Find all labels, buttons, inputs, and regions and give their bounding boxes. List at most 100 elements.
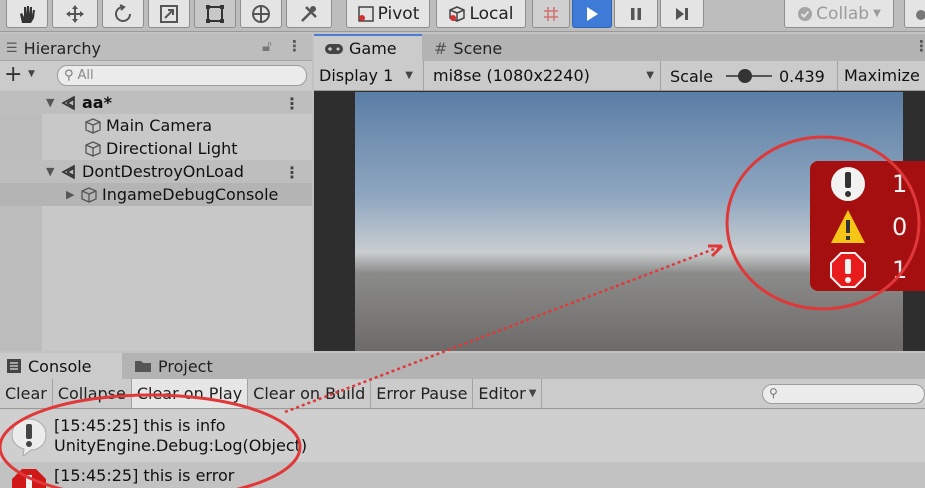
info-icon — [831, 167, 865, 201]
unity-scene-icon — [61, 164, 75, 179]
console-icon — [7, 359, 21, 373]
debug-error-count: 1 — [892, 256, 908, 284]
gameobject-cube-icon — [81, 186, 97, 203]
move-icon — [66, 4, 84, 23]
local-label: Local — [469, 3, 514, 24]
console-search-input[interactable]: ⚲ — [762, 384, 925, 404]
tree-item-directional-light[interactable]: Directional Light — [0, 137, 312, 160]
gameobject-cube-icon — [85, 117, 101, 134]
maximize-label: Maximize — [844, 66, 920, 85]
clear-on-play-toggle[interactable]: Clear on Play — [131, 379, 249, 408]
move-tool-button[interactable] — [52, 0, 98, 28]
scale-label: Scale — [670, 67, 714, 86]
debug-console-popup[interactable]: 1 0 1 — [810, 161, 925, 291]
tab-scene[interactable]: # Scene — [434, 35, 502, 61]
game-view-toolbar: Display 1 ▼ mi8se (1080x2240) ▼ Scale 0.… — [314, 61, 925, 91]
search-icon: ⚲ — [64, 68, 74, 83]
collapse-arrow-icon[interactable]: ▶ — [66, 188, 80, 201]
display-label: Display 1 — [319, 66, 394, 85]
hierarchy-search-input[interactable]: ⚲ All — [57, 65, 307, 86]
resolution-label: mi8se (1080x2240) — [433, 66, 590, 85]
error-icon — [12, 469, 46, 488]
warning-icon — [831, 210, 865, 243]
pause-button[interactable] — [614, 0, 658, 28]
custom-tool-button[interactable] — [286, 0, 332, 28]
scale-tool-button[interactable] — [148, 0, 190, 28]
error-pause-toggle[interactable]: Error Pause — [371, 379, 474, 408]
play-button[interactable] — [572, 0, 612, 28]
pivot-toggle[interactable]: Pivot — [346, 0, 430, 28]
rect-tool-button[interactable] — [194, 0, 236, 28]
panel-menu-icon[interactable]: ⋮ — [914, 37, 925, 55]
maximize-on-play-toggle[interactable]: Maximize — [837, 61, 925, 90]
step-button[interactable] — [660, 0, 704, 28]
hand-tool-button[interactable] — [6, 0, 48, 28]
grid-snap-button[interactable] — [532, 0, 570, 28]
rotate-tool-button[interactable] — [102, 0, 144, 28]
hierarchy-tab-label: Hierarchy — [23, 38, 101, 58]
log-entry[interactable]: [15:45:25] this is error — [0, 462, 925, 488]
hierarchy-header: ☰ Hierarchy 🔓︎ ⋮ — [0, 34, 312, 61]
tab-console[interactable]: Console — [0, 353, 122, 379]
debug-info-count: 1 — [892, 170, 908, 198]
tools-icon — [301, 5, 317, 22]
add-dropdown-icon[interactable]: ▼ — [28, 69, 35, 79]
chevron-down-icon: ▼ — [646, 70, 654, 81]
game-view-tabs: Game # Scene ⋮ — [314, 34, 925, 61]
step-icon — [676, 7, 688, 20]
gameobject-cube-icon — [85, 140, 101, 157]
hierarchy-search-placeholder: All — [77, 68, 94, 83]
game-view-panel: Game # Scene ⋮ Display 1 ▼ mi8se (1080x2… — [314, 34, 925, 351]
cloud-icon — [916, 9, 925, 20]
log-message: [15:45:25] this is info — [54, 416, 226, 435]
transform-tool-button[interactable] — [240, 0, 282, 28]
collab-button[interactable]: Collab ▼ — [784, 0, 894, 28]
collab-dropdown-icon: ▼ — [873, 8, 881, 19]
tree-item-main-camera[interactable]: Main Camera — [0, 114, 312, 137]
pivot-icon — [357, 5, 374, 22]
lock-icon[interactable]: 🔓︎ — [262, 37, 272, 55]
add-icon[interactable]: + — [4, 62, 22, 87]
log-entry[interactable]: [15:45:25] this is info UnityEngine.Debu… — [0, 410, 925, 462]
display-dropdown[interactable]: Display 1 ▼ — [314, 61, 424, 90]
scene-menu-icon[interactable]: ⋮ — [284, 94, 300, 113]
info-icon — [11, 418, 47, 456]
tree-item-label: Main Camera — [106, 116, 213, 135]
check-circle-icon — [798, 6, 813, 21]
tree-item-label: aa* — [82, 93, 112, 112]
tree-item-scene-aa[interactable]: ▼ aa* ⋮ — [0, 91, 312, 114]
panel-menu-icon[interactable]: ⋮ — [287, 37, 302, 55]
clear-on-build-toggle[interactable]: Clear on Build — [248, 379, 372, 408]
slider-thumb[interactable] — [738, 69, 752, 83]
hierarchy-toolbar: + ▼ ⚲ All — [0, 61, 312, 89]
transform-icon — [252, 4, 270, 23]
local-toggle[interactable]: Local — [436, 0, 526, 28]
collapse-button[interactable]: Collapse — [53, 379, 132, 408]
tab-game[interactable]: Game — [314, 34, 422, 61]
error-icon — [830, 252, 866, 288]
list-icon: ☰ — [6, 40, 18, 56]
search-icon: ⚲ — [769, 386, 778, 400]
hierarchy-tab[interactable]: ☰ Hierarchy — [6, 35, 101, 61]
tree-item-ingamedebugconsole[interactable]: ▶ IngameDebugConsole — [0, 183, 312, 206]
rect-tool-icon — [206, 4, 224, 23]
tree-item-scene-dontdestroyonload[interactable]: ▼ DontDestroyOnLoad ⋮ — [0, 160, 312, 183]
clear-button[interactable]: Clear — [0, 379, 53, 408]
expand-arrow-icon[interactable]: ▼ — [46, 165, 60, 178]
editor-label: Editor — [478, 384, 526, 403]
folder-icon — [135, 361, 151, 372]
expand-arrow-icon[interactable]: ▼ — [46, 96, 60, 109]
log-stacktrace: UnityEngine.Debug:Log(Object) — [54, 436, 308, 455]
pivot-label: Pivot — [377, 3, 420, 24]
tab-project[interactable]: Project — [134, 353, 213, 379]
scene-menu-icon[interactable]: ⋮ — [284, 163, 300, 182]
chevron-down-icon: ▼ — [405, 70, 413, 81]
debug-warning-count: 0 — [892, 213, 908, 241]
scale-slider[interactable] — [726, 69, 772, 83]
game-viewport[interactable]: 1 0 1 — [355, 92, 925, 351]
resolution-dropdown[interactable]: mi8se (1080x2240) ▼ — [426, 61, 661, 90]
account-button[interactable] — [904, 0, 925, 28]
editor-dropdown[interactable]: Editor ▼ — [473, 379, 543, 408]
tab-project-label: Project — [158, 356, 213, 376]
rotate-icon — [115, 3, 131, 22]
